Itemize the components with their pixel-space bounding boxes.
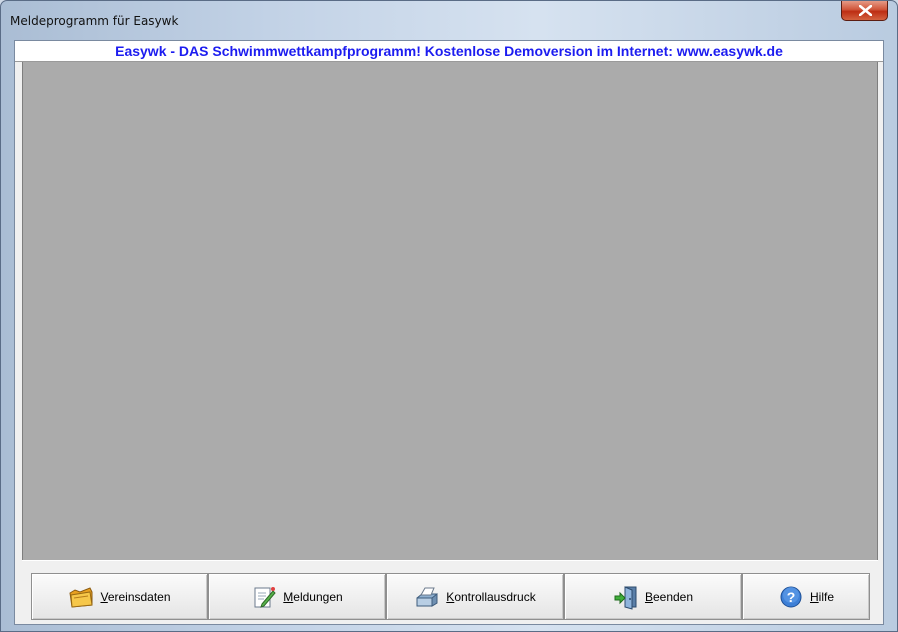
kontrollausdruck-button[interactable]: Kontrollausdruck [386, 573, 564, 620]
window-title: Meldeprogramm für Easywk [10, 14, 179, 28]
exit-door-icon [614, 585, 637, 610]
close-button[interactable] [841, 1, 888, 21]
vereinsdaten-button[interactable]: Vereinsdaten [31, 573, 208, 620]
folder-icon [69, 586, 94, 608]
beenden-button[interactable]: Beenden [564, 573, 742, 620]
meldungen-label: Meldungen [283, 589, 343, 604]
demo-banner: Easywk - DAS Schwimmwettkampfprogramm! K… [15, 41, 883, 62]
help-icon: ? [780, 586, 802, 607]
close-icon [859, 5, 872, 16]
beenden-label: Beenden [644, 589, 694, 604]
kontrollausdruck-label: Kontrollausdruck [446, 589, 536, 604]
button-bar: Vereinsdaten Meldungen Kontrollausdruck … [22, 560, 878, 624]
workspace-area [22, 62, 878, 560]
hilfe-button[interactable]: ? Hilfe [742, 573, 870, 620]
printer-icon [416, 587, 438, 607]
svg-text:?: ? [787, 589, 796, 605]
title-bar[interactable]: Meldeprogramm für Easywk [1, 1, 897, 40]
hilfe-label: Hilfe [809, 589, 834, 604]
client-area: Easywk - DAS Schwimmwettkampfprogramm! K… [14, 40, 884, 625]
edit-document-icon [254, 586, 276, 608]
main-window: Meldeprogramm für Easywk Easywk - DAS Sc… [0, 0, 898, 632]
vereinsdaten-label: Vereinsdaten [100, 589, 171, 604]
meldungen-button[interactable]: Meldungen [208, 573, 386, 620]
